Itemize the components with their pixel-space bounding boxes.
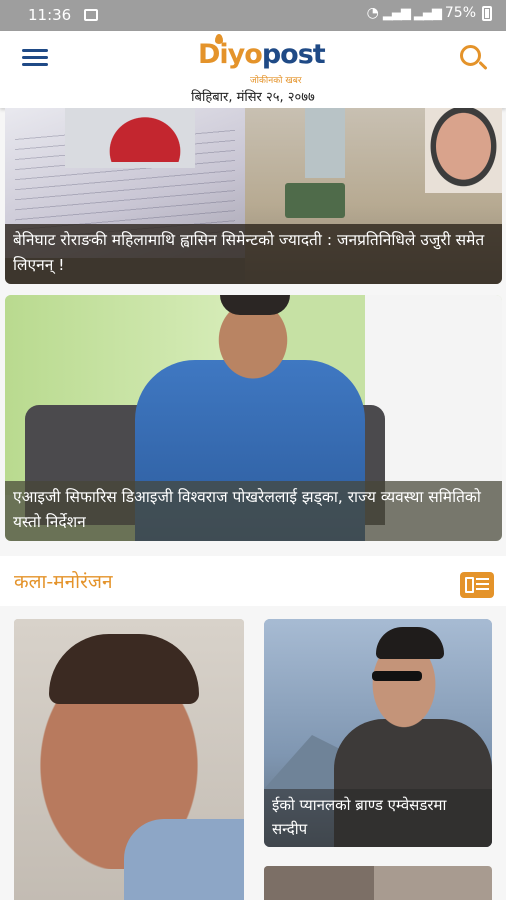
featured-news-card-1[interactable]: बेनिघाट रोराङकी महिलामाथि ह्वासिन सिमेन्… <box>5 108 502 284</box>
news-headline[interactable]: ईको प्यानलको ब्राण्ड एम्वेसडरमा सन्दीप <box>264 789 492 847</box>
signal-icon: ▂▄▆ <box>382 5 411 21</box>
status-time: 11:36 <box>28 6 72 24</box>
entertainment-news-card-3[interactable] <box>264 866 492 900</box>
portrait-photo <box>425 108 502 193</box>
news-headline[interactable]: बेनिघाट रोराङकी महिलामाथि ह्वासिन सिमेन्… <box>5 224 502 284</box>
current-date: बिहिबार, मंसिर २५, २०७७ <box>191 90 315 105</box>
section-title: कला-मनोरंजन <box>14 571 113 593</box>
status-bar: 11:36 ◔ ▂▄▆ ▂▄▆ 75% <box>0 0 506 31</box>
battery-icon <box>482 5 492 21</box>
logo-flame-icon <box>215 34 223 44</box>
status-icons: ◔ ▂▄▆ ▂▄▆ 75% <box>367 5 492 21</box>
wifi-icon: ◔ <box>366 5 379 21</box>
section-header-entertainment: कला-मनोरंजन <box>0 556 506 606</box>
featured-news-card-2[interactable]: एआइजी सिफारिस डिआइजी विश्वराज पोखरेललाई … <box>5 295 502 541</box>
entertainment-news-card-2[interactable]: ईको प्यानलको ब्राण्ड एम्वेसडरमा सन्दीप <box>264 619 492 847</box>
gallery-notification-icon <box>84 9 98 21</box>
hamburger-menu-icon[interactable] <box>22 49 48 69</box>
app-header: Diyopost जोकीनको खबर बिहिबार, मंसिर २५, … <box>0 31 506 108</box>
diyopost-logo[interactable]: Diyopost जोकीनको खबर <box>198 34 326 86</box>
news-headline[interactable]: एआइजी सिफारिस डिआइजी विश्वराज पोखरेललाई … <box>5 481 502 541</box>
list-view-icon[interactable] <box>460 572 494 598</box>
entertainment-news-card-1[interactable] <box>14 619 244 900</box>
signal-icon-2: ▂▄▆ <box>413 5 442 21</box>
logo-tagline: जोकीनको खबर <box>250 76 302 86</box>
battery-percent: 75% <box>444 5 476 21</box>
search-icon[interactable] <box>460 45 488 73</box>
